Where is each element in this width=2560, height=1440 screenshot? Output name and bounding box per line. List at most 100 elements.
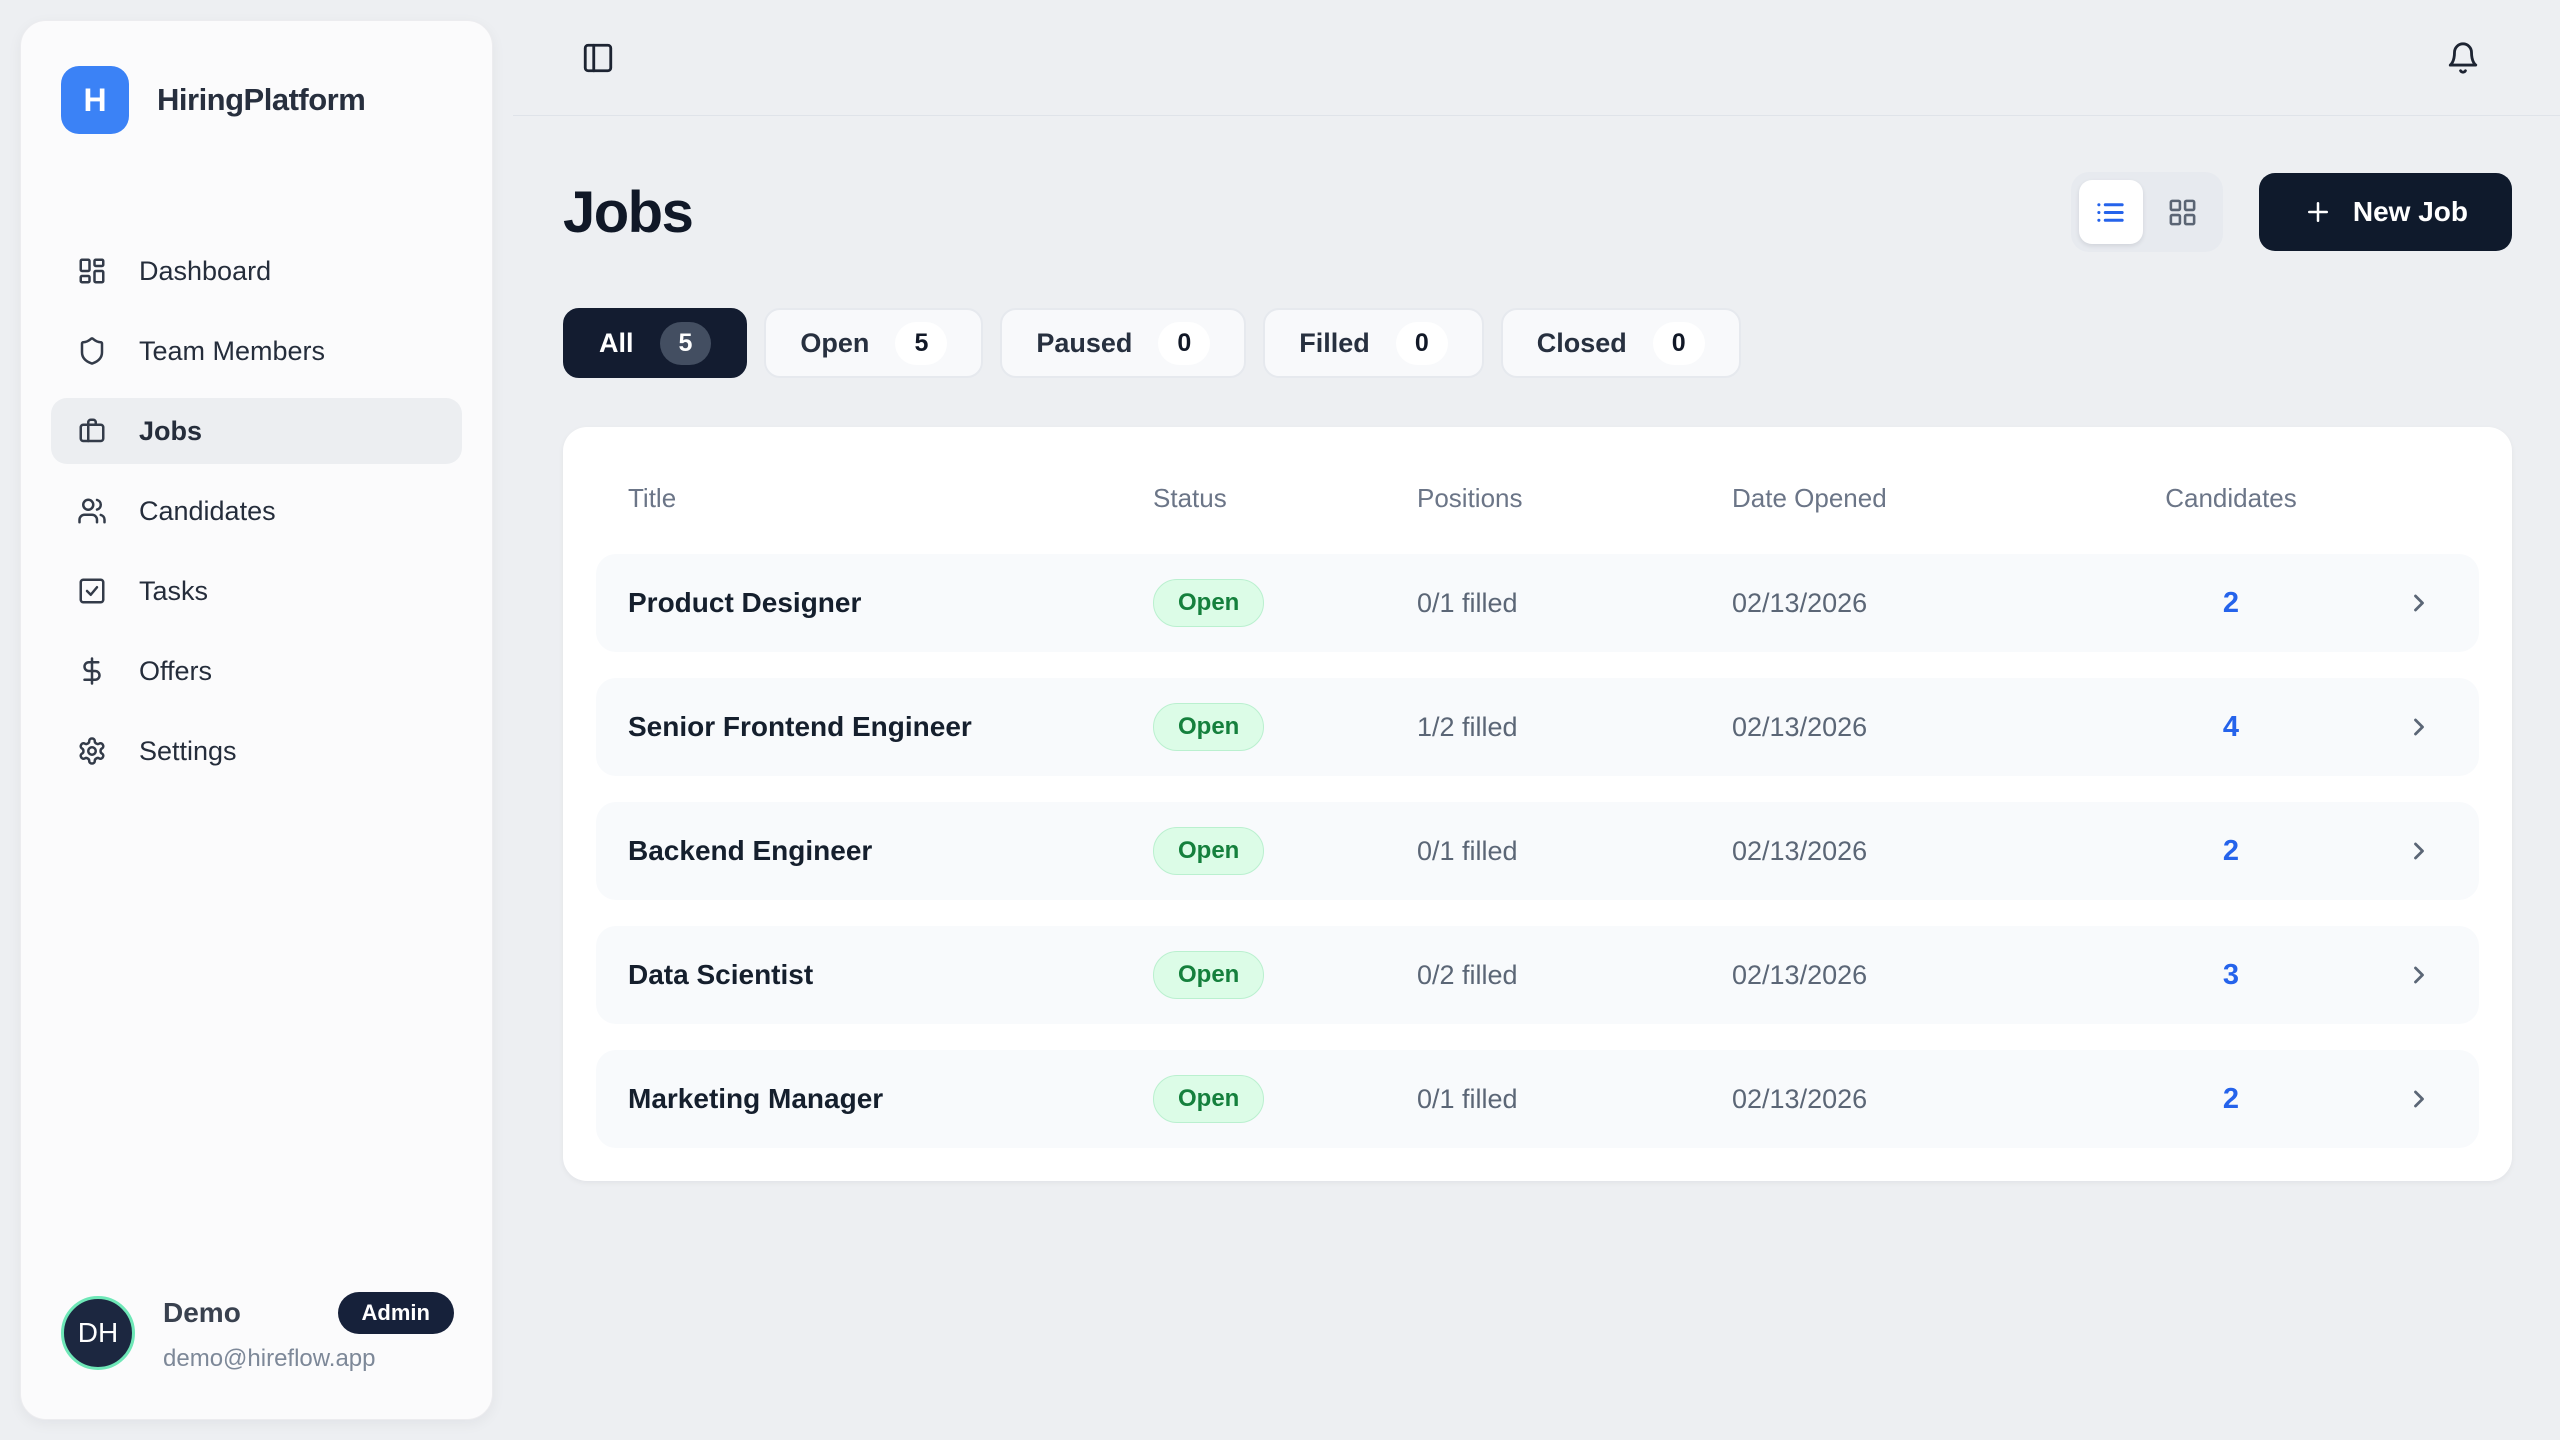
row-open-button[interactable] [2331, 961, 2447, 989]
column-header-title: Title [628, 483, 1153, 514]
job-positions: 0/1 filled [1417, 1084, 1732, 1115]
job-candidates-count[interactable]: 2 [2131, 587, 2331, 620]
briefcase-icon [77, 416, 107, 446]
status-filter-tabs: All 5 Open 5 Paused 0 Filled 0 Closed 0 [563, 308, 2512, 378]
sidebar-item-label: Team Members [139, 336, 325, 367]
page-title: Jobs [563, 179, 692, 246]
dashboard-icon [77, 256, 107, 286]
table-row[interactable]: Senior Frontend Engineer Open 1/2 filled… [596, 678, 2479, 776]
list-icon [2095, 197, 2126, 228]
chevron-right-icon [2405, 1085, 2433, 1113]
filter-tab-count: 0 [1653, 322, 1705, 365]
sidebar-item-label: Offers [139, 656, 212, 687]
user-email: demo@hireflow.app [163, 1345, 454, 1373]
job-date-opened: 02/13/2026 [1732, 1084, 2131, 1115]
column-header-status: Status [1153, 483, 1417, 514]
job-candidates-count[interactable]: 2 [2131, 835, 2331, 868]
list-view-button[interactable] [2079, 180, 2143, 244]
plus-icon [2303, 197, 2333, 227]
sidebar-item-label: Jobs [139, 416, 202, 447]
job-title: Marketing Manager [628, 1083, 1153, 1115]
notifications-button[interactable] [2440, 35, 2486, 81]
filter-tab-count: 0 [1396, 322, 1448, 365]
filter-tab[interactable]: Closed 0 [1501, 308, 1741, 378]
filter-tab-label: Closed [1537, 328, 1627, 359]
column-header-candidates: Candidates [2131, 483, 2331, 514]
sidebar-item[interactable]: Offers [51, 638, 462, 704]
sidebar-item[interactable]: Candidates [51, 478, 462, 544]
job-date-opened: 02/13/2026 [1732, 712, 2131, 743]
app-title: HiringPlatform [157, 82, 365, 118]
job-title: Data Scientist [628, 959, 1153, 991]
table-row[interactable]: Backend Engineer Open 0/1 filled 02/13/2… [596, 802, 2479, 900]
filter-tab-count: 5 [895, 322, 947, 365]
status-badge: Open [1153, 703, 1264, 751]
jobs-table-card: Title Status Positions Date Opened Candi… [563, 427, 2512, 1181]
sidebar-toggle-button[interactable] [575, 35, 621, 81]
row-open-button[interactable] [2331, 837, 2447, 865]
column-header-positions: Positions [1417, 483, 1732, 514]
content: Jobs [513, 116, 2560, 1181]
sidebar-item[interactable]: Jobs [51, 398, 462, 464]
jobs-table-body: Product Designer Open 0/1 filled 02/13/2… [596, 554, 2479, 1148]
table-row[interactable]: Data Scientist Open 0/2 filled 02/13/202… [596, 926, 2479, 1024]
sidebar-item[interactable]: Settings [51, 718, 462, 784]
dollar-icon [77, 656, 107, 686]
filter-tab[interactable]: Paused 0 [1000, 308, 1246, 378]
sidebar-item-label: Tasks [139, 576, 208, 607]
job-date-opened: 02/13/2026 [1732, 588, 2131, 619]
user-section[interactable]: DH Demo Admin demo@hireflow.app [21, 1292, 492, 1419]
row-open-button[interactable] [2331, 713, 2447, 741]
grid-icon [2167, 197, 2198, 228]
job-title: Senior Frontend Engineer [628, 711, 1153, 743]
grid-view-button[interactable] [2151, 180, 2215, 244]
sidebar-item[interactable]: Team Members [51, 318, 462, 384]
sidebar-item[interactable]: Tasks [51, 558, 462, 624]
job-candidates-count[interactable]: 4 [2131, 711, 2331, 744]
avatar: DH [61, 1296, 135, 1370]
view-toggle [2071, 172, 2223, 252]
filter-tab-count: 0 [1158, 322, 1210, 365]
row-open-button[interactable] [2331, 1085, 2447, 1113]
filter-tab-count: 5 [660, 322, 712, 365]
job-title: Backend Engineer [628, 835, 1153, 867]
filter-tab-label: Paused [1036, 328, 1132, 359]
sidebar-item-label: Dashboard [139, 256, 271, 287]
row-open-button[interactable] [2331, 589, 2447, 617]
new-job-button[interactable]: New Job [2259, 173, 2512, 251]
topbar [513, 0, 2560, 116]
users-icon [77, 496, 107, 526]
job-positions: 0/1 filled [1417, 836, 1732, 867]
filter-tab-label: Open [800, 328, 869, 359]
table-row[interactable]: Product Designer Open 0/1 filled 02/13/2… [596, 554, 2479, 652]
filter-tab[interactable]: Open 5 [764, 308, 983, 378]
filter-tab-label: Filled [1299, 328, 1370, 359]
status-badge: Open [1153, 951, 1264, 999]
task-check-icon [77, 576, 107, 606]
sidebar: H HiringPlatform Dashboard Team Members … [20, 20, 493, 1420]
job-title: Product Designer [628, 587, 1153, 619]
role-badge: Admin [338, 1292, 454, 1334]
table-row[interactable]: Marketing Manager Open 0/1 filled 02/13/… [596, 1050, 2479, 1148]
sidebar-nav: Dashboard Team Members Jobs Candidates T… [21, 238, 492, 784]
status-badge: Open [1153, 579, 1264, 627]
column-header-date-opened: Date Opened [1732, 483, 2131, 514]
shield-icon [77, 336, 107, 366]
job-date-opened: 02/13/2026 [1732, 960, 2131, 991]
table-header: Title Status Positions Date Opened Candi… [596, 441, 2479, 554]
app-logo: H [61, 66, 129, 134]
sidebar-item[interactable]: Dashboard [51, 238, 462, 304]
filter-tab[interactable]: Filled 0 [1263, 308, 1483, 378]
bell-icon [2446, 41, 2480, 75]
chevron-right-icon [2405, 589, 2433, 617]
job-positions: 0/2 filled [1417, 960, 1732, 991]
filter-tab-label: All [599, 328, 634, 359]
job-candidates-count[interactable]: 2 [2131, 1083, 2331, 1116]
brand: H HiringPlatform [21, 21, 492, 134]
sidebar-item-label: Settings [139, 736, 237, 767]
main-area: Jobs [513, 0, 2560, 1440]
status-badge: Open [1153, 827, 1264, 875]
job-candidates-count[interactable]: 3 [2131, 959, 2331, 992]
filter-tab[interactable]: All 5 [563, 308, 747, 378]
sidebar-item-label: Candidates [139, 496, 276, 527]
